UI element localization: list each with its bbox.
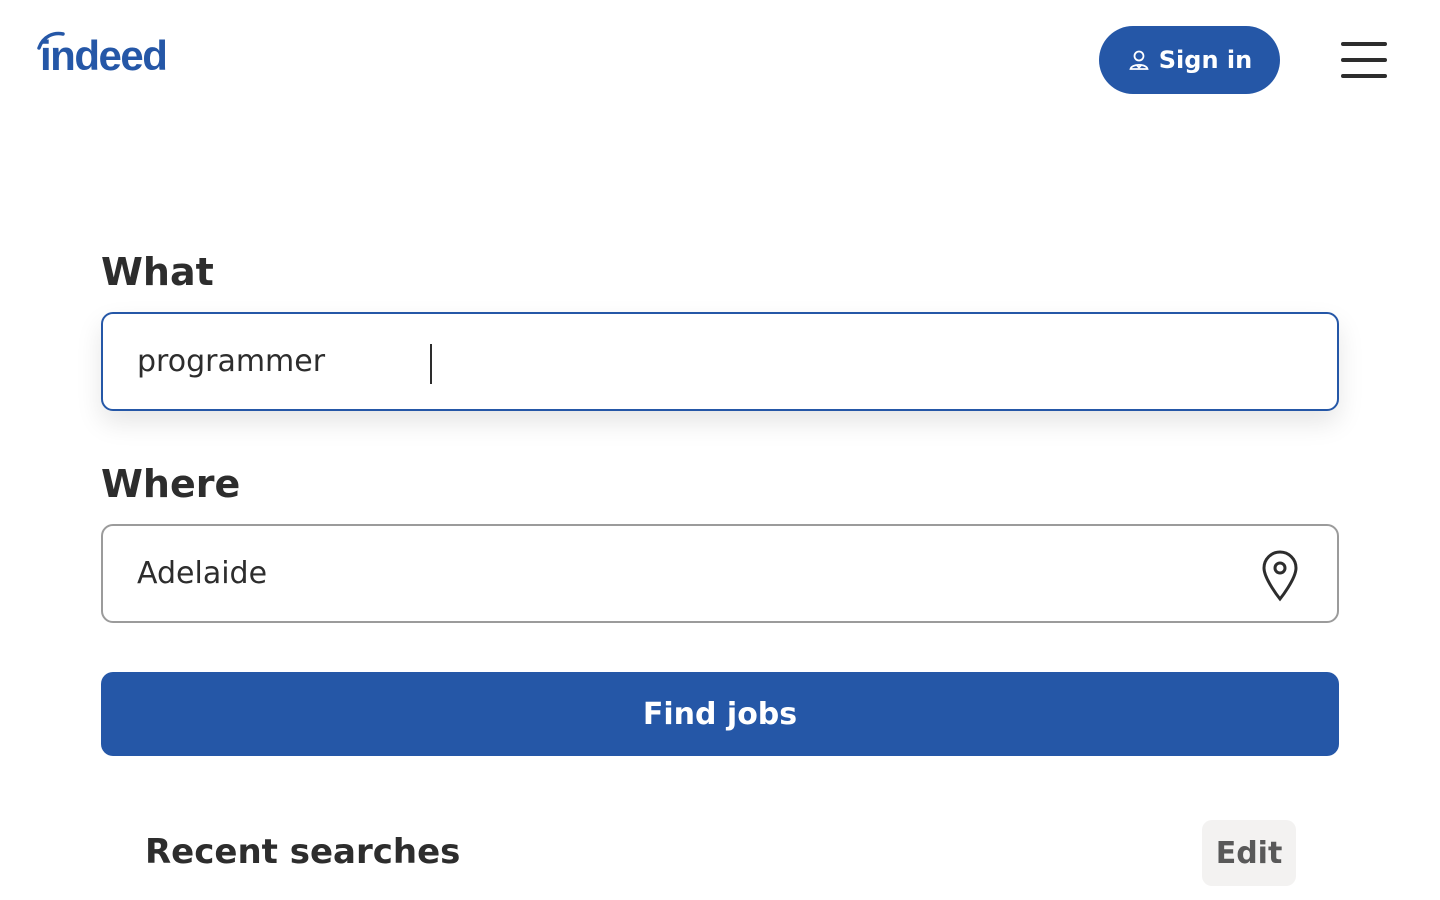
edit-button[interactable]: Edit <box>1202 820 1296 886</box>
what-field[interactable] <box>101 312 1339 411</box>
menu-line <box>1341 74 1387 78</box>
indeed-logo[interactable]: indeed <box>40 28 168 84</box>
user-icon <box>1129 50 1149 70</box>
what-label: What <box>101 250 214 294</box>
what-input[interactable] <box>137 344 1237 379</box>
hamburger-menu-icon[interactable] <box>1341 42 1387 78</box>
sign-in-label: Sign in <box>1158 46 1253 74</box>
find-jobs-button[interactable]: Find jobs <box>101 672 1339 756</box>
where-input[interactable] <box>137 556 1237 591</box>
where-field[interactable] <box>101 524 1339 623</box>
where-label: Where <box>101 462 241 506</box>
text-caret <box>430 344 432 384</box>
header: indeed Sign in <box>0 0 1440 120</box>
sign-in-button[interactable]: Sign in <box>1099 26 1280 94</box>
menu-line <box>1341 58 1387 62</box>
recent-searches-heading: Recent searches <box>145 832 461 872</box>
menu-line <box>1341 42 1387 46</box>
location-pin-icon[interactable] <box>1259 548 1301 602</box>
